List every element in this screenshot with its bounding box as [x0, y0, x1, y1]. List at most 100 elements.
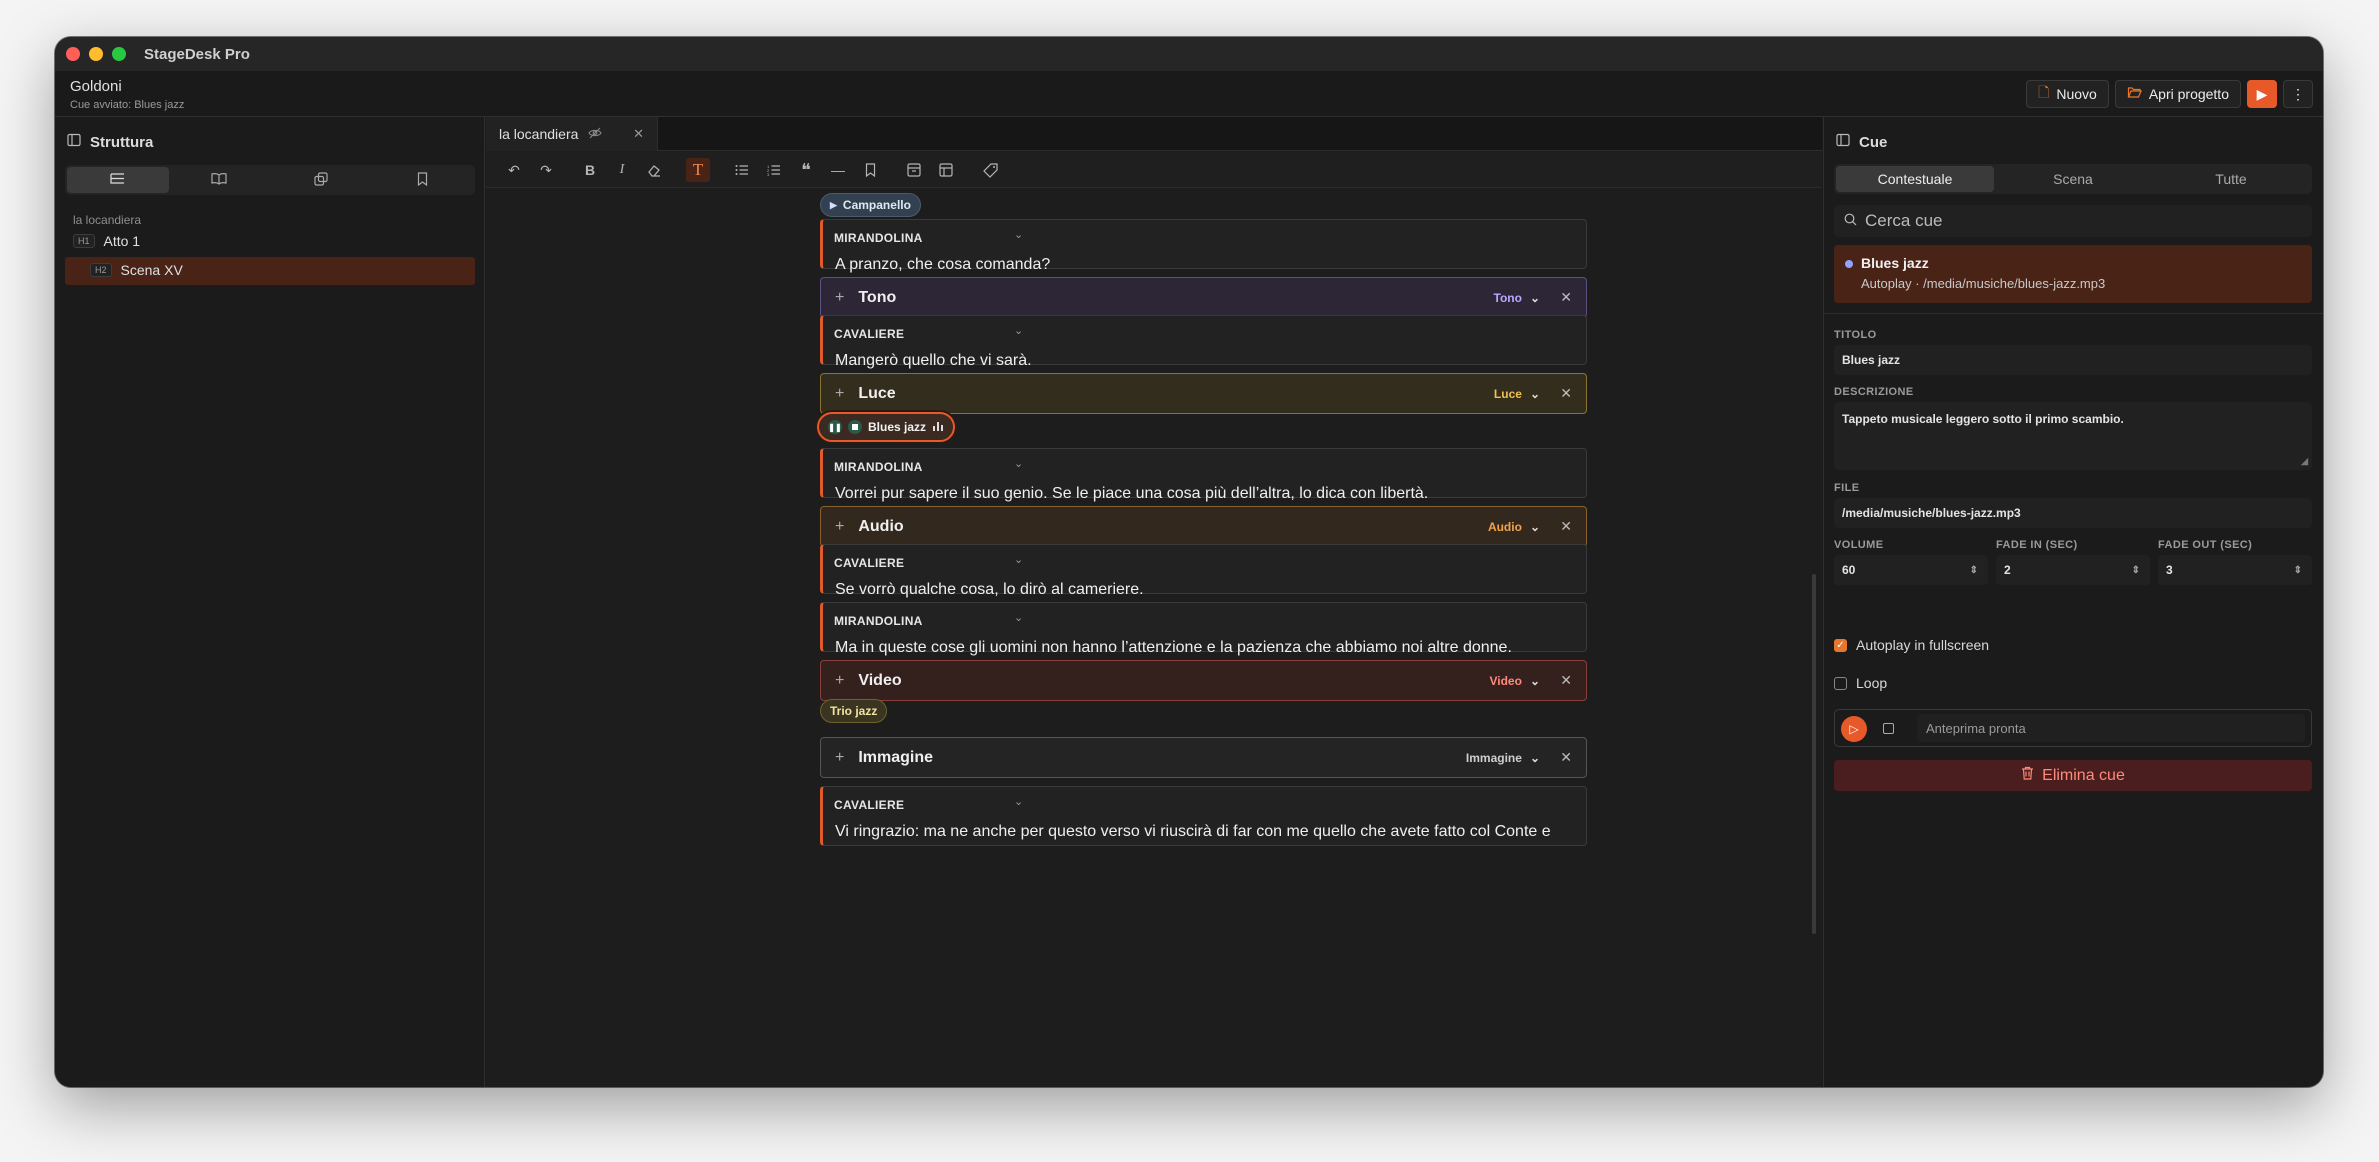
new-button[interactable]: 🗋 Nuovo: [2026, 80, 2109, 108]
plus-icon[interactable]: +: [835, 749, 844, 767]
cue-block-tono[interactable]: + Tono Tono ⌄ ✕: [820, 277, 1587, 318]
stepper-icon[interactable]: ⇕: [1970, 565, 1978, 576]
loop-checkbox[interactable]: Loop: [1834, 675, 1887, 691]
autoplay-checkbox[interactable]: ✓ Autoplay in fullscreen: [1834, 637, 1989, 653]
stop-icon[interactable]: [848, 420, 862, 434]
chevron-down-icon[interactable]: ⌄: [1014, 324, 1024, 337]
stepper-icon[interactable]: ⇕: [2294, 565, 2302, 576]
quote-icon[interactable]: ❝: [794, 158, 818, 182]
cue-type-selector[interactable]: Audio ⌄: [1488, 520, 1540, 534]
title-field[interactable]: Blues jazz: [1834, 345, 2312, 375]
speaker-selector[interactable]: CAVALIERE ⌄: [834, 554, 1023, 570]
description-field[interactable]: Tappeto musicale leggero sotto il primo …: [1834, 402, 2312, 470]
play-button[interactable]: ▶: [2247, 80, 2277, 108]
dialogue-line[interactable]: Vorrei pur sapere il suo genio. Se le pi…: [835, 485, 1428, 503]
cue-list-item-selected[interactable]: Blues jazz Autoplay · /media/musiche/blu…: [1834, 245, 2312, 303]
cue-block-video[interactable]: + Video Video ⌄ ✕: [820, 660, 1587, 701]
italic-icon[interactable]: I: [610, 158, 634, 182]
close-tab-icon[interactable]: ✕: [633, 126, 644, 142]
bullet-list-icon[interactable]: [730, 158, 754, 182]
tree-item-act[interactable]: H1 Atto 1: [73, 233, 140, 249]
cue-pill-blues-jazz[interactable]: ❚❚ Blues jazz: [817, 412, 956, 442]
resize-handle-icon[interactable]: ◢: [2301, 456, 2308, 467]
stepper-icon[interactable]: ⇕: [2132, 565, 2140, 576]
bookmark-icon[interactable]: [858, 158, 882, 182]
maximize-window-button[interactable]: [112, 47, 126, 61]
tab-scena[interactable]: Scena: [1994, 166, 2152, 192]
close-icon[interactable]: ✕: [1560, 518, 1572, 535]
file-field[interactable]: /media/musiche/blues-jazz.mp3: [1834, 498, 2312, 528]
tab-bookmarks[interactable]: [372, 167, 474, 193]
text-style-icon[interactable]: T: [686, 158, 710, 182]
cue-pill-trio-jazz[interactable]: Trio jazz: [820, 699, 888, 723]
close-window-button[interactable]: [66, 47, 80, 61]
plus-icon[interactable]: +: [835, 289, 844, 307]
dialogue-line[interactable]: Ma in queste cose gli uomini non hanno l…: [835, 639, 1512, 657]
numbered-list-icon[interactable]: 123: [762, 158, 786, 182]
delete-cue-button[interactable]: Elimina cue: [1834, 760, 2312, 791]
chevron-down-icon[interactable]: ⌄: [1014, 795, 1024, 808]
tag-icon[interactable]: [978, 158, 1002, 182]
dialogue-line[interactable]: Se vorrò qualche cosa, lo dirò al cameri…: [835, 581, 1144, 599]
table-icon[interactable]: [934, 158, 958, 182]
tab-tutte[interactable]: Tutte: [2152, 166, 2310, 192]
speaker-selector[interactable]: CAVALIERE ⌄: [834, 325, 1023, 341]
redo-icon[interactable]: ↷: [534, 158, 558, 182]
close-icon[interactable]: ✕: [1560, 749, 1572, 766]
undo-icon[interactable]: ↶: [502, 158, 526, 182]
close-icon[interactable]: ✕: [1560, 385, 1572, 402]
insert-block-icon[interactable]: [902, 158, 926, 182]
speaker-selector[interactable]: MIRANDOLINA ⌄: [834, 229, 1023, 245]
horizontal-rule-icon[interactable]: —: [826, 158, 850, 182]
dialogue-block[interactable]: MIRANDOLINA ⌄ Ma in queste cose gli uomi…: [820, 602, 1587, 656]
preview-play-button[interactable]: ▷: [1841, 716, 1867, 742]
minimize-window-button[interactable]: [89, 47, 103, 61]
dialogue-block[interactable]: CAVALIERE ⌄ Mangerò quello che vi sarà.: [820, 315, 1587, 369]
plus-icon[interactable]: +: [835, 385, 844, 403]
fade-in-input[interactable]: 2 ⇕: [1996, 555, 2150, 585]
cue-block-audio[interactable]: + Audio Audio ⌄ ✕: [820, 506, 1587, 547]
dialogue-block[interactable]: CAVALIERE ⌄ Se vorrò qualche cosa, lo di…: [820, 544, 1587, 598]
dialogue-line[interactable]: Vi ringrazio: ma ne anche per questo ver…: [835, 823, 1551, 841]
tab-la-locandiera[interactable]: la locandiera ✕: [486, 117, 658, 151]
close-icon[interactable]: ✕: [1560, 289, 1572, 306]
cue-block-luce[interactable]: + Luce Luce ⌄ ✕: [820, 373, 1587, 414]
bold-icon[interactable]: B: [578, 158, 602, 182]
chevron-down-icon[interactable]: ⌄: [1014, 228, 1024, 241]
cue-block-immagine[interactable]: + Immagine Immagine ⌄ ✕: [820, 737, 1587, 778]
tree-item-scene[interactable]: H2 Scena XV: [90, 262, 183, 278]
dialogue-block[interactable]: MIRANDOLINA ⌄ Vorrei pur sapere il suo g…: [820, 448, 1587, 502]
fade-out-input[interactable]: 3 ⇕: [2158, 555, 2312, 585]
preview-stop-button[interactable]: [1883, 723, 1894, 734]
speaker-selector[interactable]: CAVALIERE ⌄: [834, 796, 1023, 812]
pause-icon[interactable]: ❚❚: [828, 420, 842, 434]
dialogue-block[interactable]: CAVALIERE ⌄ Vi ringrazio: ma ne anche pe…: [820, 786, 1587, 846]
more-menu-button[interactable]: ⋮: [2283, 80, 2313, 108]
chevron-down-icon[interactable]: ⌄: [1014, 553, 1024, 566]
eye-off-icon[interactable]: [588, 127, 603, 142]
cue-type-selector[interactable]: Luce ⌄: [1494, 387, 1540, 401]
cue-type-selector[interactable]: Tono ⌄: [1494, 291, 1541, 305]
dialogue-line[interactable]: Mangerò quello che vi sarà.: [835, 352, 1032, 370]
cue-type-selector[interactable]: Immagine ⌄: [1466, 751, 1540, 765]
dialogue-line[interactable]: A pranzo, che cosa comanda?: [835, 256, 1050, 274]
tab-copy[interactable]: [270, 167, 372, 193]
cue-pill-campanello[interactable]: ▶ Campanello: [820, 193, 921, 217]
dialogue-block[interactable]: MIRANDOLINA ⌄ A pranzo, che cosa comanda…: [820, 219, 1587, 273]
eraser-icon[interactable]: [642, 158, 666, 182]
tab-book[interactable]: [169, 167, 271, 193]
open-project-button[interactable]: Apri progetto: [2114, 80, 2241, 108]
cue-type-selector[interactable]: Video ⌄: [1489, 674, 1540, 688]
close-icon[interactable]: ✕: [1560, 672, 1572, 689]
speaker-selector[interactable]: MIRANDOLINA ⌄: [834, 458, 1023, 474]
volume-input[interactable]: 60 ⇕: [1834, 555, 1988, 585]
tab-outline[interactable]: [67, 167, 169, 193]
editor-scrollbar[interactable]: [1812, 574, 1816, 934]
plus-icon[interactable]: +: [835, 672, 844, 690]
search-input[interactable]: [1865, 211, 2285, 231]
speaker-selector[interactable]: MIRANDOLINA ⌄: [834, 612, 1023, 628]
tab-contestuale[interactable]: Contestuale: [1836, 166, 1994, 192]
plus-icon[interactable]: +: [835, 518, 844, 536]
chevron-down-icon[interactable]: ⌄: [1014, 611, 1024, 624]
chevron-down-icon[interactable]: ⌄: [1014, 457, 1024, 470]
